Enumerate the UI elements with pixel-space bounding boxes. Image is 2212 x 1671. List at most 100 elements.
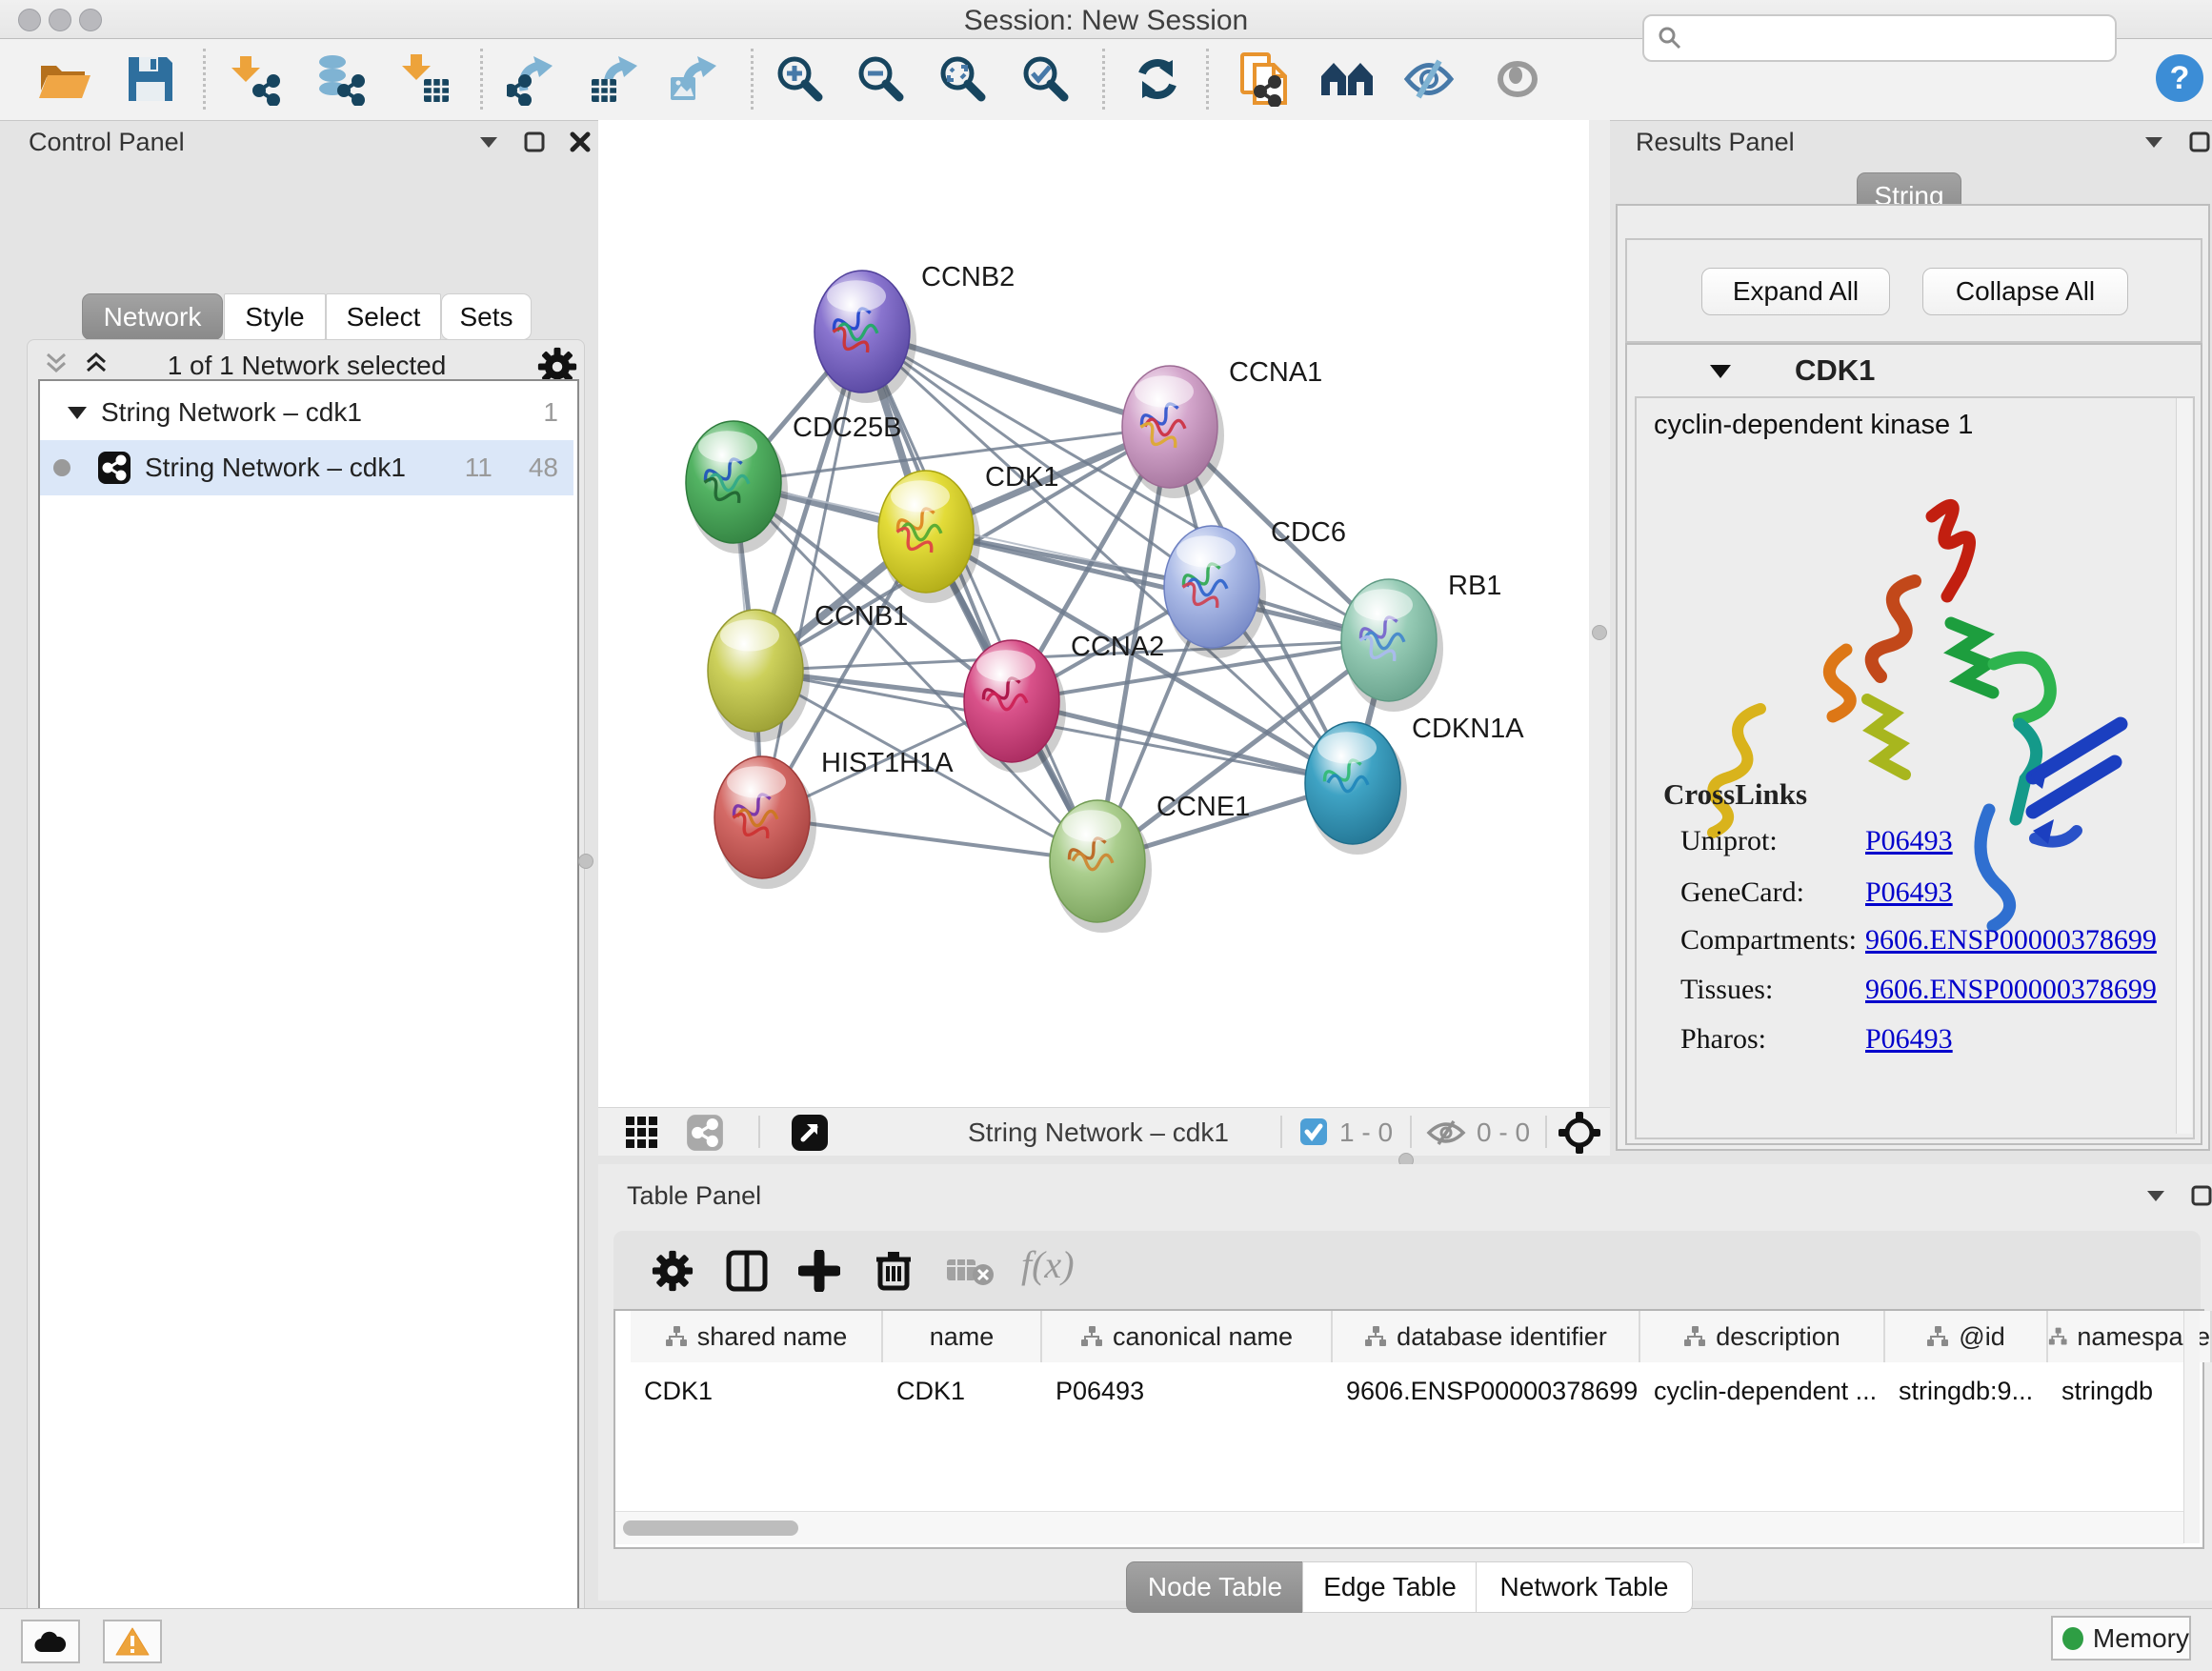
show-all-icon[interactable] bbox=[1489, 50, 1546, 108]
node-CDC25B[interactable] bbox=[686, 421, 788, 554]
warning-icon[interactable] bbox=[103, 1620, 162, 1663]
columns-icon[interactable] bbox=[726, 1250, 768, 1292]
cell[interactable]: 9606.ENSP00000378699 bbox=[1333, 1364, 1639, 1418]
control-panel-float-icon[interactable] bbox=[524, 131, 545, 152]
node-CCNB2[interactable] bbox=[814, 271, 916, 403]
node-CDK1[interactable] bbox=[878, 471, 980, 603]
column-header-name[interactable]: name bbox=[883, 1311, 1042, 1362]
zoom-in-icon[interactable] bbox=[772, 50, 829, 108]
gear-icon[interactable] bbox=[652, 1250, 694, 1292]
node-CDC6[interactable] bbox=[1164, 526, 1266, 658]
results-scrollbar[interactable] bbox=[2176, 398, 2192, 1134]
network-collection-row[interactable]: String Network – cdk1 1 bbox=[40, 385, 573, 440]
node-CDKN1A[interactable] bbox=[1305, 722, 1407, 855]
crosslink-pharos[interactable]: P06493 bbox=[1865, 1023, 1953, 1056]
help-icon[interactable]: ? bbox=[2155, 53, 2204, 103]
share-icon[interactable] bbox=[686, 1114, 724, 1152]
tab-select[interactable]: Select bbox=[326, 293, 441, 340]
network-selector-status: 1 of 1 Network selected bbox=[126, 351, 488, 381]
tab-network[interactable]: Network bbox=[82, 293, 223, 340]
cloud-icon[interactable] bbox=[21, 1620, 80, 1663]
export-table-icon[interactable] bbox=[586, 50, 643, 108]
collection-expand-icon[interactable] bbox=[67, 405, 88, 420]
memory-button[interactable]: Memory bbox=[2051, 1616, 2191, 1661]
crosslink-compartments[interactable]: 9606.ENSP00000378699 bbox=[1865, 924, 2157, 956]
import-database-icon[interactable] bbox=[312, 50, 369, 108]
cell[interactable]: cyclin-dependent ... bbox=[1640, 1364, 1883, 1418]
column-header-id[interactable]: @id bbox=[1885, 1311, 2048, 1362]
expand-all-networks-icon[interactable] bbox=[84, 351, 109, 375]
birdseye-icon[interactable] bbox=[791, 1114, 829, 1152]
column-header-canonical-name[interactable]: canonical name bbox=[1042, 1311, 1333, 1362]
node-CCNB1[interactable] bbox=[708, 610, 810, 742]
import-table-icon[interactable] bbox=[397, 50, 454, 108]
cdk1-collapse-icon[interactable] bbox=[1709, 363, 1732, 379]
tab-style[interactable]: Style bbox=[224, 293, 326, 340]
tab-sets[interactable]: Sets bbox=[441, 293, 532, 340]
results-panel-float-icon[interactable] bbox=[2189, 131, 2210, 152]
hscroll-track[interactable] bbox=[615, 1511, 2183, 1544]
results-panel-menu-icon[interactable] bbox=[2143, 135, 2164, 149]
control-panel-close-icon[interactable] bbox=[570, 131, 591, 152]
refresh-icon[interactable] bbox=[1129, 50, 1186, 108]
function-builder-icon[interactable]: f(x) bbox=[1021, 1242, 1075, 1287]
search-box[interactable] bbox=[1642, 14, 2117, 62]
left-divider-handle[interactable] bbox=[578, 854, 593, 869]
search-input[interactable] bbox=[1690, 23, 2115, 54]
column-header-shared-name[interactable]: shared name bbox=[631, 1311, 883, 1362]
delete-column-icon[interactable] bbox=[873, 1248, 915, 1292]
collapse-all-networks-icon[interactable] bbox=[44, 351, 69, 375]
crosslink-tissues[interactable]: 9606.ENSP00000378699 bbox=[1865, 974, 2157, 1006]
control-panel-menu-icon[interactable] bbox=[478, 135, 499, 149]
node-table[interactable]: shared namenamecanonical namedatabase id… bbox=[613, 1309, 2204, 1549]
cell[interactable]: stringdb:9... bbox=[1885, 1364, 2046, 1418]
zoom-selected-icon[interactable] bbox=[1017, 50, 1075, 108]
toolbar-separator bbox=[751, 49, 754, 110]
zoom-fit-icon[interactable] bbox=[935, 50, 992, 108]
import-network-icon[interactable] bbox=[229, 50, 286, 108]
table-panel-menu-icon[interactable] bbox=[2145, 1189, 2166, 1202]
node-CCNA2[interactable] bbox=[964, 640, 1066, 773]
export-image-icon[interactable] bbox=[665, 50, 722, 108]
right-divider-handle[interactable] bbox=[1592, 625, 1607, 640]
cell[interactable]: CDK1 bbox=[631, 1364, 881, 1418]
network-row-selected[interactable]: String Network – cdk1 11 48 bbox=[40, 440, 573, 495]
export-network-icon[interactable] bbox=[505, 50, 562, 108]
edge-CCNB2-HIST1H1A[interactable] bbox=[762, 332, 862, 817]
hide-selected-icon[interactable] bbox=[1400, 50, 1458, 108]
grid-icon[interactable] bbox=[625, 1116, 659, 1150]
crosslink-label: Uniprot: bbox=[1680, 825, 1778, 857]
expand-all-button[interactable]: Expand All bbox=[1701, 268, 1890, 315]
node-CCNE1[interactable] bbox=[1050, 800, 1152, 933]
node-HIST1H1A[interactable] bbox=[714, 756, 816, 889]
zoom-out-icon[interactable] bbox=[853, 50, 910, 108]
open-file-icon[interactable] bbox=[36, 50, 93, 108]
tab-node-table[interactable]: Node Table bbox=[1126, 1561, 1304, 1613]
column-header-database-identifier[interactable]: database identifier bbox=[1333, 1311, 1640, 1362]
table-panel-float-icon[interactable] bbox=[2191, 1185, 2212, 1206]
tab-edge-table[interactable]: Edge Table bbox=[1302, 1561, 1478, 1613]
delete-table-icon[interactable] bbox=[947, 1256, 996, 1288]
right-divider[interactable] bbox=[1589, 120, 1610, 1107]
network-node-count: 11 bbox=[465, 453, 493, 483]
edge-CCNB2-CCNE1[interactable] bbox=[862, 332, 1097, 861]
add-column-icon[interactable] bbox=[798, 1250, 840, 1292]
cdk1-section-header[interactable]: CDK1 bbox=[1627, 345, 2201, 396]
column-header-description[interactable]: description bbox=[1640, 1311, 1885, 1362]
node-RB1[interactable] bbox=[1341, 579, 1443, 712]
cell[interactable]: CDK1 bbox=[883, 1364, 1040, 1418]
collapse-all-button[interactable]: Collapse All bbox=[1922, 268, 2128, 315]
network-canvas[interactable]: CCNB2CCNA1CDC25BCDK1CDC6RB1CCNB1CCNA2CDK… bbox=[598, 120, 1589, 1107]
crosslink-uniprot[interactable]: P06493 bbox=[1865, 825, 1953, 857]
annotations-icon[interactable] bbox=[1237, 50, 1294, 108]
crosslink-genecard[interactable]: P06493 bbox=[1865, 876, 1953, 909]
selected-checkbox-icon[interactable] bbox=[1299, 1117, 1328, 1146]
crosshair-icon[interactable] bbox=[1558, 1112, 1600, 1154]
tab-network-table[interactable]: Network Table bbox=[1476, 1561, 1693, 1613]
save-session-icon[interactable] bbox=[122, 50, 179, 108]
table-vscroll[interactable] bbox=[2183, 1311, 2200, 1543]
cell[interactable]: P06493 bbox=[1042, 1364, 1331, 1418]
layout-home-icon[interactable] bbox=[1318, 50, 1376, 108]
hscroll-thumb[interactable] bbox=[623, 1520, 798, 1536]
hidden-eye-icon[interactable] bbox=[1425, 1119, 1467, 1146]
